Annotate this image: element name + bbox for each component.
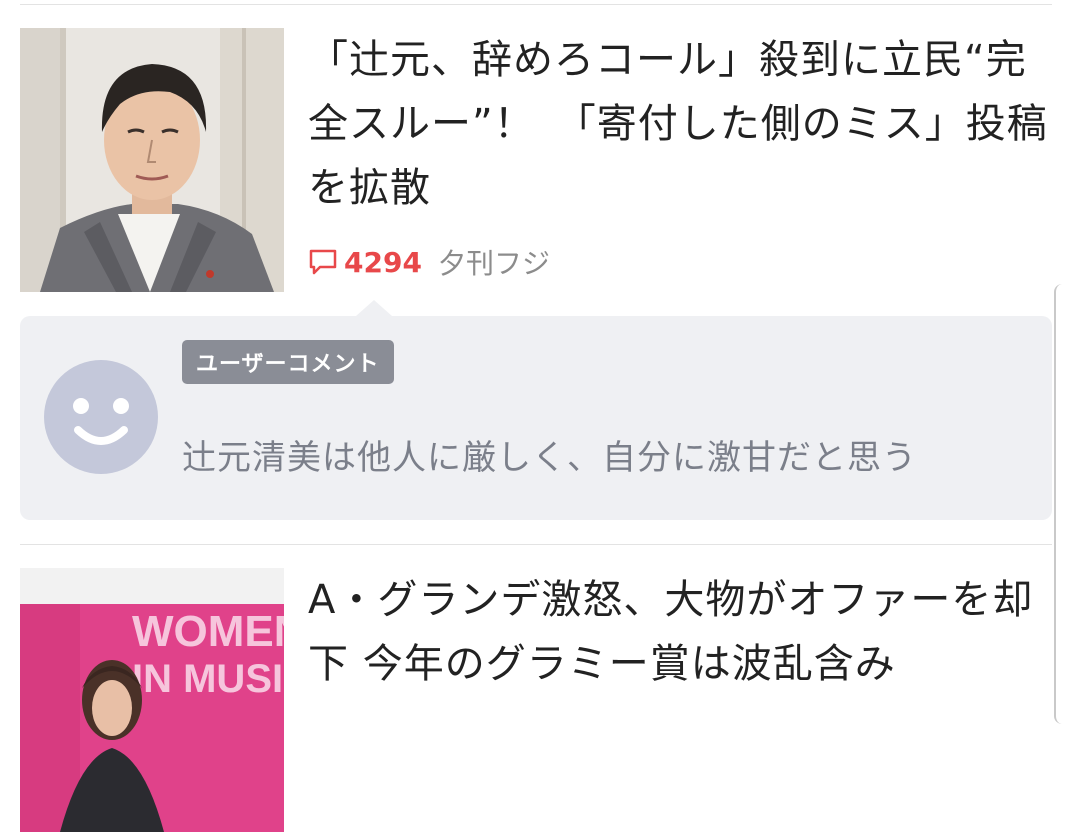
comment-count[interactable]: 4294 (344, 246, 422, 279)
article-source: 夕刊フジ (437, 247, 550, 280)
article-divider (20, 544, 1052, 545)
user-comment-text: 辻元清美は他人に厳しく、自分に激甘だと思う (182, 438, 917, 478)
article-thumbnail[interactable] (20, 28, 284, 292)
backdrop-text-line-1: WOMEN (132, 607, 284, 656)
politician-portrait-image (20, 28, 284, 292)
article-thumbnail[interactable]: WOMEN IN MUSIC (20, 568, 284, 832)
smiley-avatar-icon (44, 360, 158, 474)
comment-bubble-icon (308, 247, 338, 277)
comment-pointer (356, 300, 392, 316)
scrollbar[interactable] (1054, 284, 1066, 724)
backdrop-text-line-2: IN MUSIC (132, 657, 284, 701)
user-comment-badge: ユーザーコメント (182, 340, 394, 384)
top-divider (20, 4, 1052, 5)
article-headline[interactable]: 「辻元、辞めろコール」殺到に立民“完全スルー”！ 「寄付した側のミス」投稿を拡散 (308, 28, 1048, 220)
article-meta: 4294 夕刊フジ (308, 242, 550, 282)
news-article-1[interactable]: 「辻元、辞めろコール」殺到に立民“完全スルー”！ 「寄付した側のミス」投稿を拡散… (20, 28, 1052, 292)
article-headline[interactable]: A・グランデ激怒、大物がオファーを却下 今年のグラミー賞は波乱含み (308, 568, 1048, 696)
women-in-music-image: WOMEN IN MUSIC (20, 568, 284, 832)
news-article-2[interactable]: WOMEN IN MUSIC A・グランデ激怒、大物がオファーを却下 今年のグラ… (20, 568, 1052, 832)
user-comment-card[interactable]: ユーザーコメント 辻元清美は他人に厳しく、自分に激甘だと思う (20, 300, 1052, 520)
